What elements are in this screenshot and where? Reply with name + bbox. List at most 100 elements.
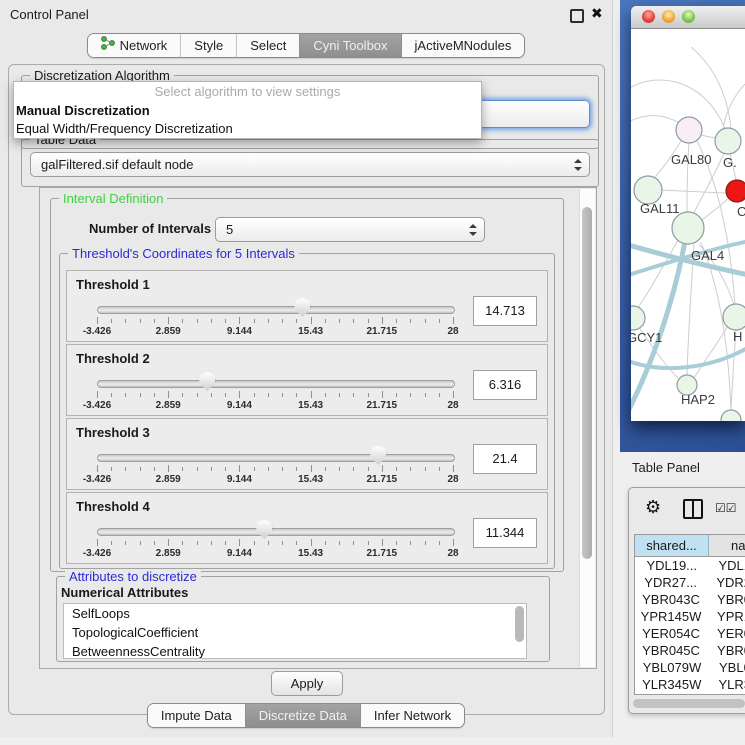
threshold-slider-track[interactable] — [97, 380, 455, 388]
tick-mark — [168, 391, 169, 398]
mac-minimize-icon[interactable] — [662, 10, 675, 23]
tick-mark — [311, 539, 312, 546]
threshold-slider-track[interactable] — [97, 528, 455, 536]
scrollbar-thumb[interactable] — [582, 207, 592, 559]
interval-definition-title: Interval Definition — [59, 191, 167, 206]
tick-label: 2.859 — [156, 548, 181, 559]
network-node-gcy1[interactable] — [631, 306, 645, 330]
tab-select[interactable]: Select — [236, 34, 299, 57]
table-row[interactable]: YBR043CYBR0 — [635, 591, 745, 608]
table-row[interactable]: YDR27...YDR2 — [635, 574, 745, 591]
tab-impute-data[interactable]: Impute Data — [148, 704, 245, 727]
attributes-group: Attributes to discretize Numerical Attri… — [56, 576, 550, 662]
tick-label: 21.715 — [367, 474, 398, 485]
tick-mark — [268, 393, 269, 397]
network-node-gal11[interactable] — [634, 176, 662, 204]
table-hscrollbar[interactable] — [633, 699, 745, 708]
threshold-slider-track[interactable] — [97, 454, 455, 462]
list-scrollbar[interactable] — [515, 606, 524, 656]
tick-mark — [353, 393, 354, 397]
tick-mark — [225, 541, 226, 545]
tick-mark — [282, 319, 283, 323]
select-columns-icon[interactable]: ☑☑ — [715, 501, 737, 515]
threshold-value-field[interactable]: 11.344 — [473, 518, 537, 548]
cell-shared-name: YDR27... — [635, 574, 706, 591]
table-data-combobox[interactable]: galFiltered.sif default node — [30, 152, 590, 177]
tab-label: Cyni Toolbox — [313, 34, 387, 57]
tick-mark — [453, 317, 454, 324]
tick-mark — [168, 465, 169, 472]
settings-scrollpane: Interval Definition Number of Intervals … — [39, 187, 597, 669]
tab-style[interactable]: Style — [180, 34, 236, 57]
tick-mark — [339, 393, 340, 397]
tick-label: 28 — [447, 474, 458, 485]
split-columns-icon[interactable] — [683, 499, 703, 519]
list-item-selfloops[interactable]: SelfLoops — [64, 604, 526, 623]
settings-scrollbar[interactable] — [579, 189, 595, 667]
threshold-slider-track[interactable] — [97, 306, 455, 314]
apply-button[interactable]: Apply — [271, 671, 343, 696]
threshold-slider-thumb[interactable] — [294, 298, 310, 317]
tick-mark — [182, 467, 183, 471]
network-node[interactable] — [721, 410, 741, 421]
number-of-intervals-combobox[interactable]: 5 — [215, 217, 485, 242]
table-row[interactable]: YDL19...YDL1 — [635, 557, 745, 574]
mac-close-icon[interactable] — [642, 10, 655, 23]
threshold-value-field[interactable]: 21.4 — [473, 444, 537, 474]
network-canvas[interactable]: GAL80G.CGAL11GAL4GCY1HHAP2 — [631, 29, 745, 421]
algorithm-option-manual[interactable]: Manual Discretization — [14, 102, 481, 120]
network-node-g[interactable] — [715, 128, 741, 154]
algorithm-option-equal-width[interactable]: Equal Width/Frequency Discretization — [14, 120, 481, 138]
tick-mark — [225, 319, 226, 323]
tick-mark — [97, 539, 98, 546]
network-node-c[interactable] — [726, 180, 745, 202]
tick-mark — [410, 467, 411, 471]
table-row[interactable]: YBR045CYBR0 — [635, 642, 745, 659]
tab-discretize-data[interactable]: Discretize Data — [245, 704, 360, 727]
gear-icon[interactable]: ⚙ — [645, 497, 661, 518]
tick-mark — [111, 319, 112, 323]
network-node-gal4[interactable] — [672, 212, 704, 244]
node-table: shared... na YDL19...YDL1YDR27...YDR2YBR… — [634, 534, 745, 695]
network-node-label: C — [737, 204, 745, 219]
column-header-name[interactable]: na — [709, 535, 745, 556]
threshold-label: Threshold 4 — [76, 499, 150, 514]
tab-jactivemnodules[interactable]: jActiveMNodules — [401, 34, 525, 57]
tick-label: 9.144 — [227, 400, 252, 411]
tab-network[interactable]: Network — [88, 34, 181, 57]
tick-mark — [140, 319, 141, 323]
tick-label: 28 — [447, 548, 458, 559]
tab-label: Select — [250, 34, 286, 57]
tick-mark — [140, 467, 141, 471]
table-row[interactable]: YPR145WYPR1 — [635, 608, 745, 625]
tick-mark — [353, 467, 354, 471]
mac-zoom-icon[interactable] — [682, 10, 695, 23]
float-window-icon[interactable] — [570, 9, 584, 23]
tab-label: Network — [120, 34, 168, 57]
table-row[interactable]: YIL052CYIL0 — [635, 693, 745, 695]
threshold-slider-thumb[interactable] — [256, 520, 272, 539]
tick-mark — [410, 393, 411, 397]
tick-mark — [197, 467, 198, 471]
network-node-h[interactable] — [723, 304, 745, 330]
threshold-slider-thumb[interactable] — [199, 372, 215, 391]
table-row[interactable]: YER054CYER0 — [635, 625, 745, 642]
network-node-gal80[interactable] — [676, 117, 702, 143]
numerical-attributes-list[interactable]: SelfLoopsTopologicalCoefficientBetweenne… — [63, 603, 527, 659]
close-icon[interactable]: ✖ — [591, 5, 603, 22]
tab-infer-network[interactable]: Infer Network — [360, 704, 464, 727]
list-item-betweennesscentrality[interactable]: BetweennessCentrality — [64, 642, 526, 659]
tab-cyni-toolbox[interactable]: Cyni Toolbox — [299, 34, 400, 57]
column-header-shared-name[interactable]: shared... — [635, 535, 709, 556]
table-row[interactable]: YLR345WYLR3 — [635, 676, 745, 693]
slider-tick-labels: -3.4262.8599.14415.4321.71528 — [97, 548, 453, 560]
tick-label: -3.426 — [83, 326, 111, 337]
tick-mark — [125, 541, 126, 545]
table-row[interactable]: YBL079WYBL0 — [635, 659, 745, 676]
list-item-topologicalcoefficient[interactable]: TopologicalCoefficient — [64, 623, 526, 642]
threshold-value-field[interactable]: 6.316 — [473, 370, 537, 400]
threshold-value-field[interactable]: 14.713 — [473, 296, 537, 326]
threshold-row-4: Threshold 4 -3.4262.8599.14415.4321.71528… — [66, 492, 548, 564]
tick-label: -3.426 — [83, 400, 111, 411]
threshold-slider-thumb[interactable] — [370, 446, 386, 465]
